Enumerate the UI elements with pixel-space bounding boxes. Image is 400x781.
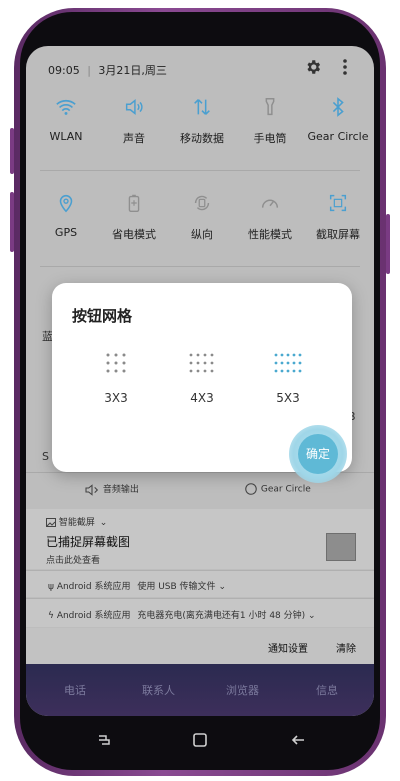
notification-charging[interactable]: ϟ Android 系统应用 充电器充电(离充满电还有1 小时 48 分钟) ⌄ (26, 599, 374, 627)
smart-capture-label: 智能截屏 (58, 518, 95, 528)
smart-capture-header: 智能截屏 ⌄ (46, 515, 107, 528)
home-icon[interactable] (192, 732, 208, 748)
clock-date: 09:05 | 3月21日,周三 (48, 64, 167, 77)
confirm-button-ripple: 确定 (289, 425, 347, 483)
notification-subtitle: 点击此处查看 (46, 556, 101, 566)
tile-power-saving[interactable]: 省电模式 (100, 192, 168, 242)
tile-label: WLAN (49, 130, 83, 143)
notification-settings-button[interactable]: 通知设置 (268, 640, 308, 655)
battery-saver-icon (128, 194, 140, 212)
usb-text: 使用 USB 传输文件 (137, 582, 216, 592)
audio-output-item[interactable]: 音频输出 (84, 482, 139, 496)
grid-option-label: 3X3 (104, 391, 128, 405)
usb-icon: ψ (48, 582, 54, 592)
location-icon (59, 194, 73, 213)
tile-label: 移动数据 (180, 132, 224, 145)
more-icon[interactable] (342, 58, 348, 76)
audio-output-label: 音频输出 (102, 485, 139, 495)
speaker-outline-icon (85, 483, 99, 496)
notification-title: 已捕捉屏幕截图 (46, 535, 131, 549)
charge-text: 充电器充电(离充满电还有1 小时 48 分钟) (137, 611, 306, 621)
navigation-bar (26, 716, 374, 766)
dialog-title: 按钮网格 (72, 307, 133, 325)
peek-text-left-2: S (42, 450, 49, 463)
charge-app-name: Android 系统应用 (56, 611, 131, 621)
volume-down-button (10, 192, 14, 252)
gear-circle-item[interactable]: Gear Circle (244, 482, 311, 496)
tile-sound[interactable]: 声音 (100, 96, 168, 146)
date: 3月21日,周三 (98, 64, 167, 77)
grid-option-label: 5X3 (276, 391, 300, 405)
dock-messages[interactable]: 信息 (316, 682, 338, 698)
tile-portrait[interactable]: 纵向 (168, 192, 236, 242)
grid-option-5x3[interactable]: 5X3 (258, 351, 318, 405)
circle-icon (245, 483, 257, 495)
tile-label: 纵向 (191, 228, 213, 241)
speaker-icon (125, 99, 143, 115)
tile-label: Gear Circle (307, 130, 369, 143)
tile-label: 省电模式 (112, 228, 156, 241)
divider (40, 266, 360, 267)
tile-performance[interactable]: 性能模式 (236, 192, 304, 242)
grid-5x3-icon (274, 353, 302, 373)
chevron-down-icon: ⌄ (308, 611, 316, 621)
notification-screenshot[interactable]: 智能截屏 ⌄ 已捕捉屏幕截图 点击此处查看 (26, 509, 374, 569)
grid-option-4x3[interactable]: 4X3 (172, 351, 232, 405)
grid-4x3-icon (189, 353, 214, 373)
speedometer-icon (261, 199, 279, 208)
tile-wlan[interactable]: WLAN (32, 96, 100, 143)
tile-label: 声音 (123, 132, 145, 145)
clear-button[interactable]: 清除 (336, 640, 356, 655)
button-grid-dialog: 按钮网格 3X3 4X3 5X3 确定 (52, 283, 352, 483)
tile-label: 截取屏幕 (316, 228, 360, 241)
screenshot-icon (329, 194, 347, 212)
bluetooth-icon (332, 97, 344, 117)
tile-label: 手电筒 (253, 132, 287, 145)
clock: 09:05 (48, 64, 80, 77)
dock-phone[interactable]: 电话 (64, 682, 86, 698)
recent-apps-icon[interactable] (96, 732, 112, 748)
gear-icon[interactable] (304, 58, 322, 76)
usb-app-name: Android 系统应用 (56, 582, 131, 592)
tile-label: 性能模式 (248, 228, 292, 241)
power-button (386, 214, 390, 274)
dock-browser[interactable]: 浏览器 (226, 682, 259, 698)
screenshot-thumbnail[interactable] (326, 533, 356, 561)
lightning-icon: ϟ (48, 611, 54, 621)
dock-contacts[interactable]: 联系人 (142, 682, 175, 698)
status-bar: 09:05 | 3月21日,周三 (26, 46, 374, 90)
home-dock: 电话 联系人 浏览器 信息 (26, 664, 374, 716)
grid-option-label: 4X3 (190, 391, 214, 405)
tile-flashlight[interactable]: 手电筒 (236, 96, 304, 146)
wifi-icon (56, 99, 76, 115)
gear-circle-label: Gear Circle (260, 484, 311, 495)
grid-3x3-icon (106, 353, 126, 373)
grid-option-3x3[interactable]: 3X3 (86, 351, 146, 405)
tile-mobile-data[interactable]: 移动数据 (168, 96, 236, 146)
chevron-down-icon: ⌄ (99, 518, 108, 528)
chevron-down-icon: ⌄ (218, 582, 226, 592)
tile-gps[interactable]: GPS (32, 192, 100, 239)
tile-gear-circle[interactable]: Gear Circle (304, 96, 372, 143)
back-icon[interactable] (290, 732, 306, 748)
divider (40, 170, 360, 171)
flashlight-icon (265, 98, 275, 116)
data-arrows-icon (194, 99, 210, 115)
confirm-button[interactable]: 确定 (298, 434, 338, 474)
tile-screenshot[interactable]: 截取屏幕 (304, 192, 372, 242)
notification-usb[interactable]: ψ Android 系统应用 使用 USB 传输文件 ⌄ (26, 571, 374, 597)
tile-label: GPS (54, 226, 78, 239)
image-icon (46, 518, 56, 527)
rotation-lock-icon (194, 195, 210, 211)
volume-up-button (10, 128, 14, 174)
notification-footer: 通知设置 清除 (26, 628, 374, 664)
